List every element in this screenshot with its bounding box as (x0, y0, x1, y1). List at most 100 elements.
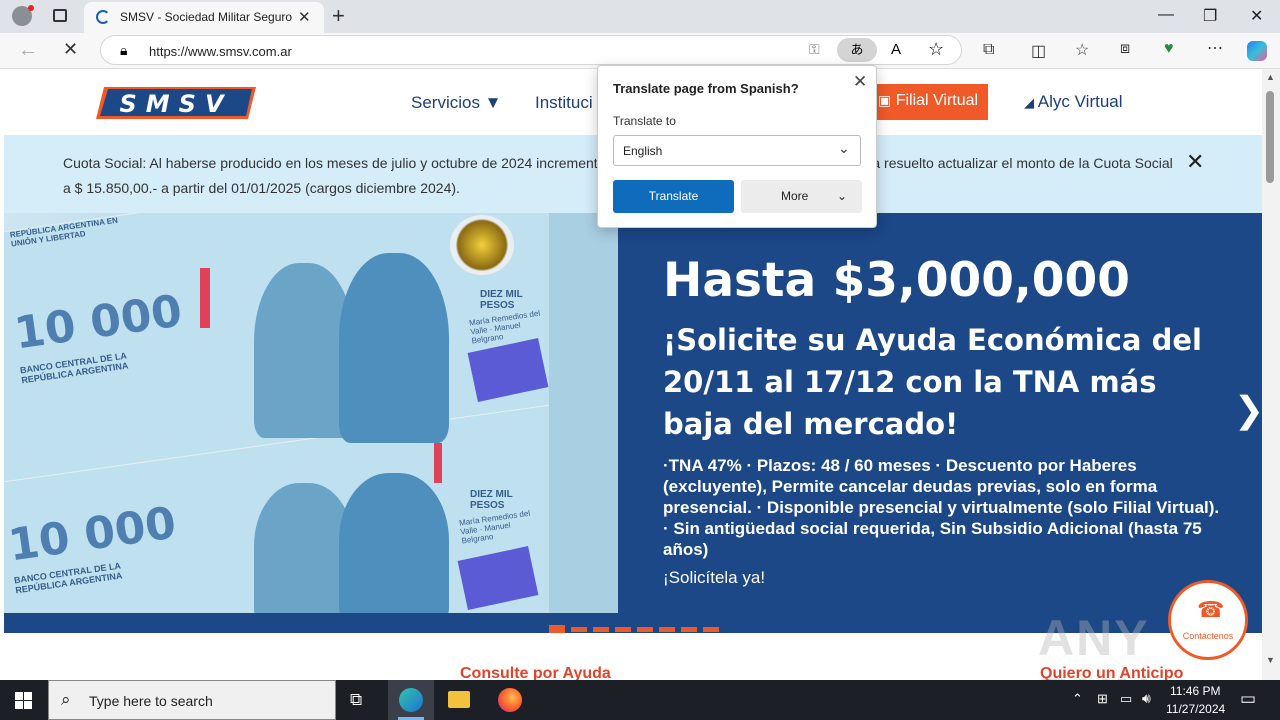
carousel-next-button[interactable]: ❯ (1234, 389, 1262, 431)
more-button[interactable]: More ⌄ (741, 180, 862, 213)
banknote-image: 10 000 10 000 BANCO CENTRAL DE LA REPÚBL… (4, 213, 618, 613)
carousel-dot[interactable] (571, 627, 587, 632)
carousel-dot[interactable] (703, 627, 719, 632)
loading-icon (96, 10, 110, 24)
hero-subheadline: ¡Solicite su Ayuda Económica del 20/11 a… (663, 323, 1202, 441)
chevron-down-icon: ⌄ (837, 189, 848, 203)
carousel-dot[interactable] (637, 627, 653, 632)
scroll-up-arrow[interactable]: ▲ (1266, 72, 1275, 82)
network-icon[interactable]: ⊞ (1097, 691, 1108, 707)
task-view-icon[interactable]: ⧉ (350, 690, 362, 710)
translate-title: Translate page from Spanish? (613, 81, 799, 96)
translate-icon[interactable]: あ (837, 38, 877, 62)
folder-icon (448, 691, 470, 708)
nav-servicios[interactable]: Servicios ▼ (411, 93, 502, 113)
alyc-virtual-link[interactable]: ◢ Alyc Virtual (1024, 92, 1123, 112)
settings-more-icon[interactable]: ⋯ (1207, 38, 1223, 58)
chevron-down-icon: ⌄ (838, 140, 850, 156)
key-icon[interactable]: ⚿ (809, 41, 820, 58)
taskbar-search[interactable]: ⌕ Type here to search (48, 680, 336, 720)
wifi-icon[interactable]: ▭ (1120, 691, 1132, 707)
smsv-logo[interactable]: SMSV (96, 87, 256, 119)
favorites-icon[interactable]: ☆ (1075, 40, 1089, 60)
carousel-dot[interactable] (681, 627, 697, 632)
red-stripe-2 (434, 443, 442, 483)
extensions-icon[interactable]: ⧉ (983, 41, 994, 59)
headset-icon: ☎︎ (1197, 597, 1225, 622)
taskbar-file-explorer[interactable] (436, 680, 482, 720)
scroll-down-arrow[interactable]: ▼ (1266, 655, 1275, 665)
contact-label: Contáctenos (1182, 631, 1234, 641)
performance-icon[interactable]: ♥ (1164, 40, 1174, 58)
sun-emblem (450, 215, 514, 275)
consulte-ayuda-link[interactable]: Consulte por Ayuda (460, 665, 611, 680)
carousel-dot[interactable] (593, 627, 609, 632)
tab-actions-icon[interactable] (53, 9, 67, 22)
nav-institucional[interactable]: Instituci (535, 93, 593, 113)
page-scrollbar[interactable]: ▲ ▼ (1262, 69, 1280, 680)
hero-headline: Hasta $3,000,000 (663, 253, 1130, 308)
scrollbar-thumb[interactable] (1266, 91, 1274, 183)
banknote-right-edge (549, 213, 618, 613)
lock-icon[interactable]: 🔒︎ (120, 42, 127, 59)
tab-title: SMSV - Sociedad Militar Seguro de Vida (120, 10, 296, 24)
logo-text: SMSV (119, 90, 232, 118)
translate-popup: Translate page from Spanish? ✕ Translate… (597, 65, 877, 228)
url-text[interactable]: https://www.smsv.com.ar (149, 44, 292, 59)
notifications-icon[interactable]: ▭ (1240, 689, 1256, 709)
diez-mil-bottom: DIEZ MIL PESOS (470, 489, 513, 511)
contact-button[interactable]: ☎︎ Contáctenos (1168, 580, 1248, 660)
diez-mil-top: DIEZ MIL PESOS (480, 289, 523, 311)
taskbar: ⌕ Type here to search ⧉ ⌃ ⊞ ▭ 🔊︎ 11:46 P… (0, 680, 1280, 720)
store-icon: ▣ (878, 92, 892, 108)
carousel-dot[interactable] (549, 625, 565, 633)
tray-chevron-icon[interactable]: ⌃ (1072, 691, 1083, 707)
profile-notification-dot (28, 5, 34, 11)
window-close-button[interactable]: ✕ (1250, 6, 1263, 26)
collections-icon[interactable]: ⧈ (1120, 40, 1130, 58)
portrait-right-top (339, 253, 449, 443)
portrait-right-bottom (339, 473, 449, 613)
more-button-label: More (781, 189, 809, 203)
hero-description: ·TNA 47% · Plazos: 48 / 60 meses · Descu… (663, 456, 1220, 559)
back-icon[interactable]: ← (18, 39, 38, 62)
taskbar-firefox[interactable] (486, 680, 532, 720)
filial-virtual-label: Filial Virtual (895, 92, 979, 109)
split-screen-icon[interactable]: ◫ (1031, 41, 1046, 61)
hero-cta[interactable]: ¡Solicítela ya! (663, 568, 765, 588)
hero-carousel[interactable]: 10 000 10 000 BANCO CENTRAL DE LA REPÚBL… (4, 213, 1262, 613)
carousel-dot[interactable] (615, 627, 631, 632)
taskbar-search-placeholder: Type here to search (89, 693, 213, 709)
notice-close-button[interactable]: ✕ (1186, 149, 1204, 175)
alyc-virtual-label: Alyc Virtual (1037, 92, 1123, 111)
stop-loading-icon[interactable]: ✕ (63, 39, 78, 60)
volume-icon[interactable]: 🔊︎ (1142, 690, 1151, 707)
translate-close-button[interactable]: ✕ (853, 72, 867, 92)
translate-button[interactable]: Translate (613, 180, 734, 213)
search-icon: ⌕ (61, 690, 71, 709)
taskbar-edge[interactable] (388, 680, 434, 720)
copilot-icon[interactable] (1247, 41, 1267, 61)
address-bar[interactable]: 🔒︎ https://www.smsv.com.ar ⚿ あ A ☆ (100, 35, 962, 65)
tab-close-button[interactable]: ✕ (298, 8, 311, 26)
minimize-button[interactable]: — (1158, 6, 1174, 24)
chart-icon: ◢ (1024, 95, 1034, 110)
language-select[interactable]: English ⌄ (613, 135, 861, 166)
filial-virtual-button[interactable]: ▣ Filial Virtual (868, 84, 989, 120)
favorite-star-icon[interactable]: ☆ (928, 39, 944, 60)
new-tab-button[interactable]: + (332, 3, 345, 29)
tab-strip: SMSV - Sociedad Militar Seguro de Vida ✕… (0, 0, 1280, 33)
clock-date[interactable]: 11/27/2024 (1166, 702, 1225, 716)
carousel-dot[interactable] (659, 627, 675, 632)
translate-to-label: Translate to (613, 114, 676, 128)
restore-button[interactable]: ❐ (1203, 6, 1217, 26)
windows-start-icon[interactable] (15, 692, 32, 709)
tab-active[interactable]: SMSV - Sociedad Militar Seguro de Vida ✕ (84, 2, 324, 33)
edge-icon (399, 688, 423, 712)
browser-toolbar: ← ✕ 🔒︎ https://www.smsv.com.ar ⚿ あ A ☆ ⧉… (0, 33, 1280, 69)
clock-time[interactable]: 11:46 PM (1170, 684, 1220, 698)
red-stripe (200, 268, 210, 328)
language-select-value: English (623, 144, 663, 158)
read-aloud-icon[interactable]: A (891, 41, 901, 58)
firefox-icon (498, 688, 522, 712)
